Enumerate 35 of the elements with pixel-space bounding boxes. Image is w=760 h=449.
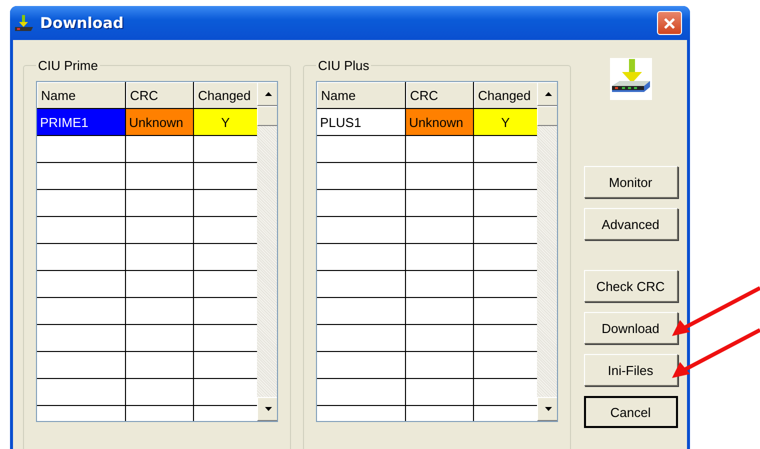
- up-arrow-icon: [265, 92, 272, 96]
- column-header[interactable]: CRC: [406, 82, 473, 108]
- scroll-up-button[interactable]: [537, 82, 557, 106]
- close-button[interactable]: [657, 11, 682, 35]
- group-title: CIU Prime: [37, 58, 99, 73]
- scroll-up-button[interactable]: [257, 82, 277, 106]
- table-cell[interactable]: Y: [474, 109, 537, 135]
- table-cell[interactable]: Unknown: [126, 109, 193, 135]
- table-cell[interactable]: PLUS1: [317, 109, 405, 135]
- column-header[interactable]: Changed: [194, 82, 257, 108]
- dialog-button[interactable]: Download: [584, 312, 678, 344]
- window-title: Download: [40, 14, 125, 32]
- up-arrow-icon: [545, 92, 552, 96]
- table-cell[interactable]: Y: [194, 109, 257, 135]
- dialog-button[interactable]: Monitor: [584, 166, 678, 198]
- down-arrow-icon: [545, 407, 552, 411]
- down-arrow-icon: [265, 407, 272, 411]
- close-icon: [663, 16, 676, 30]
- scrollbar-thumb[interactable]: [257, 106, 277, 126]
- column-header[interactable]: CRC: [126, 82, 193, 108]
- group-title: CIU Plus: [317, 58, 370, 73]
- column-header[interactable]: Changed: [474, 82, 537, 108]
- download-device-icon: [14, 14, 34, 32]
- scroll-down-button[interactable]: [257, 397, 277, 421]
- scroll-down-button[interactable]: [537, 397, 557, 421]
- dialog-button[interactable]: Advanced: [584, 208, 678, 240]
- download-device-icon: [610, 58, 652, 100]
- table-cell[interactable]: PRIME1: [37, 109, 125, 135]
- column-header[interactable]: Name: [37, 82, 125, 108]
- dialog-button[interactable]: Check CRC: [584, 270, 678, 302]
- scrollbar-thumb[interactable]: [537, 106, 557, 126]
- dialog-button[interactable]: Cancel: [584, 396, 678, 428]
- column-header[interactable]: Name: [317, 82, 405, 108]
- table-cell[interactable]: Unknown: [406, 109, 473, 135]
- dialog-button[interactable]: Ini-Files: [584, 354, 678, 386]
